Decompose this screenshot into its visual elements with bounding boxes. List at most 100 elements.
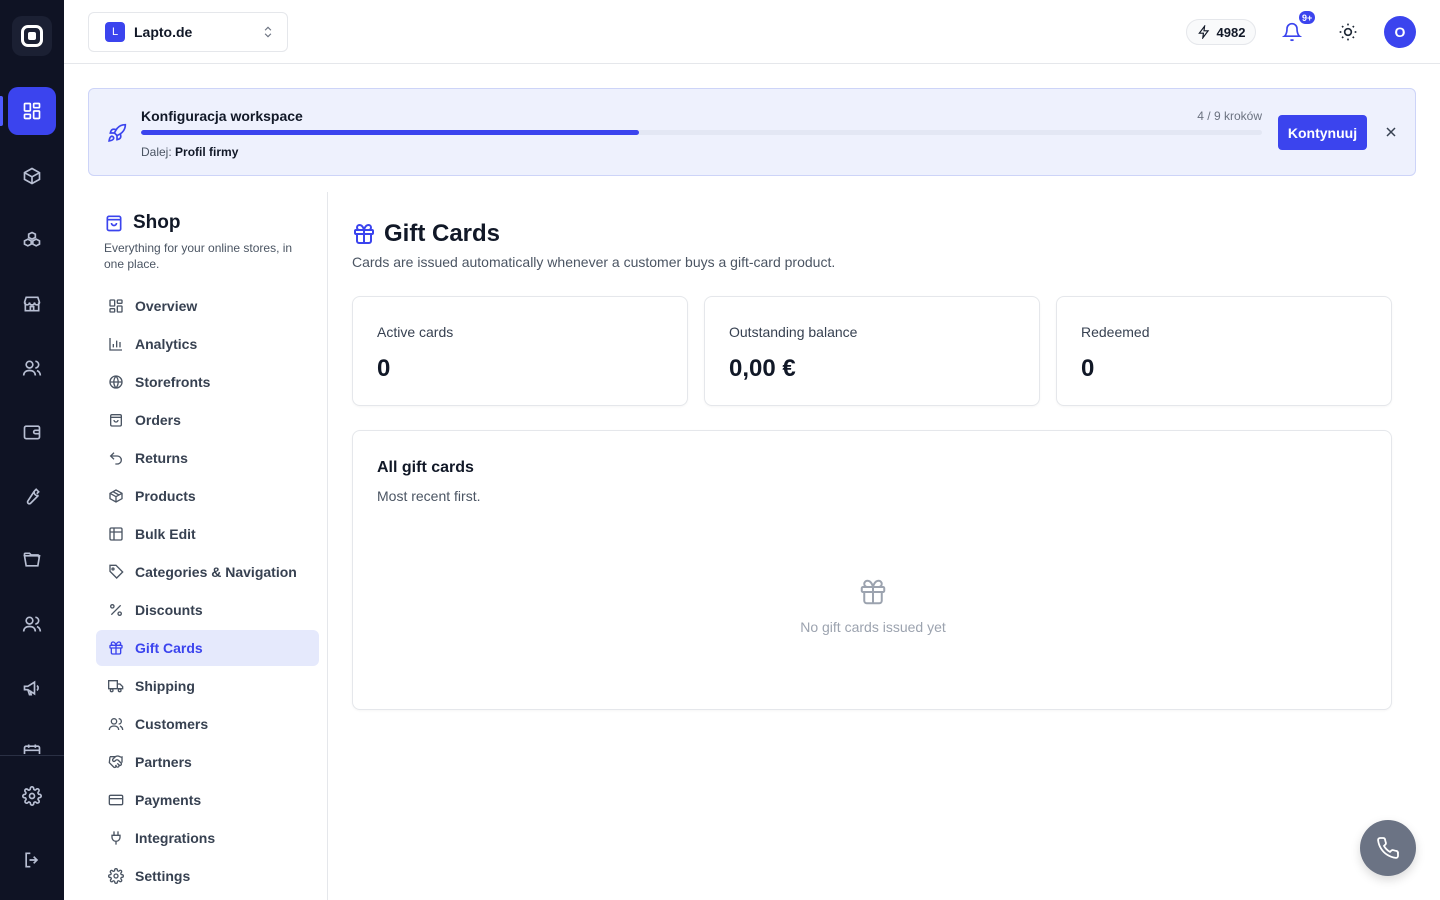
nav-item-integrations[interactable]: Integrations xyxy=(96,820,319,856)
wallet-icon xyxy=(23,425,41,440)
percent-icon xyxy=(110,604,122,616)
close-icon[interactable] xyxy=(1383,124,1399,140)
nav-item-settings[interactable]: Settings xyxy=(96,858,319,894)
rail-finance-button[interactable] xyxy=(8,408,56,456)
gear-icon xyxy=(22,786,42,806)
rocket-icon xyxy=(108,123,127,142)
nav-item-label: Shipping xyxy=(135,678,195,694)
nav-item-returns[interactable]: Returns xyxy=(96,440,319,476)
stat-card-outstanding-balance: Outstanding balance 0,00 € xyxy=(704,296,1040,406)
nav-item-bulk-edit[interactable]: Bulk Edit xyxy=(96,516,319,552)
onboarding-steps: 4 / 9 kroków xyxy=(1197,109,1262,123)
nav-item-orders[interactable]: Orders xyxy=(96,402,319,438)
nav-item-payments[interactable]: Payments xyxy=(96,782,319,818)
nav-item-discounts[interactable]: Discounts xyxy=(96,592,319,628)
nav-item-overview[interactable]: Overview xyxy=(96,288,319,324)
users-icon xyxy=(108,718,124,731)
rail-tools-button[interactable] xyxy=(8,472,56,520)
rail-products-button[interactable] xyxy=(8,152,56,200)
page-title: Gift Cards xyxy=(384,220,501,247)
nav-item-categories-navigation[interactable]: Categories & Navigation xyxy=(96,554,319,590)
workspace-switcher[interactable]: L Lapto.de xyxy=(88,12,288,52)
nav-item-customers[interactable]: Customers xyxy=(96,706,319,742)
rail-contacts-button[interactable] xyxy=(8,344,56,392)
notifications-badge: 9+ xyxy=(1298,10,1317,25)
list-subtitle: Most recent first. xyxy=(377,488,481,504)
rail-divider xyxy=(0,755,64,756)
nav-item-shipping[interactable]: Shipping xyxy=(96,668,319,704)
nav-item-label: Overview xyxy=(135,298,198,314)
onboarding-title: Konfiguracja workspace xyxy=(141,108,303,124)
theme-toggle-button[interactable] xyxy=(1336,20,1360,44)
users-icon xyxy=(22,360,42,376)
nav-item-label: Bulk Edit xyxy=(135,526,196,542)
shop-description: Everything for your online stores, in on… xyxy=(104,241,293,271)
workspace-name: Lapto.de xyxy=(134,24,193,40)
grid-icon xyxy=(109,299,123,313)
call-support-button[interactable] xyxy=(1360,820,1416,876)
user-avatar[interactable]: O xyxy=(1384,16,1416,48)
nav-item-label: Payments xyxy=(135,792,202,808)
shopping-bag-icon xyxy=(110,414,122,427)
rail-dashboard-button[interactable] xyxy=(8,87,56,135)
rail-settings-button[interactable] xyxy=(8,772,56,820)
nav-item-label: Customers xyxy=(135,716,209,732)
boxes-icon xyxy=(23,231,41,247)
nav-item-label: Categories & Navigation xyxy=(135,564,297,580)
nav-item-label: Partners xyxy=(135,754,192,770)
stat-label: Active cards xyxy=(377,324,454,340)
rail-active-indicator xyxy=(0,96,3,126)
truck-icon xyxy=(108,680,124,693)
dashboard-icon xyxy=(23,102,41,120)
lightning-icon xyxy=(1197,25,1209,39)
phone-icon xyxy=(1377,837,1399,859)
nav-item-label: Settings xyxy=(135,868,191,884)
rail-more-button[interactable] xyxy=(8,728,56,754)
page-subtitle: Cards are issued automatically whenever … xyxy=(352,254,836,270)
rail-shop-button[interactable] xyxy=(8,280,56,328)
logout-icon xyxy=(25,852,39,868)
rail-team-button[interactable] xyxy=(8,600,56,648)
rail-files-button[interactable] xyxy=(8,536,56,584)
stat-label: Outstanding balance xyxy=(729,324,858,340)
nav-item-analytics[interactable]: Analytics xyxy=(96,326,319,362)
onboarding-progress-fill xyxy=(141,130,639,135)
nav-item-label: Analytics xyxy=(135,336,198,352)
globe-icon xyxy=(109,375,123,389)
stat-value: 0 xyxy=(1081,355,1095,382)
nav-item-partners[interactable]: Partners xyxy=(96,744,319,780)
plug-icon xyxy=(111,831,121,845)
gear-icon xyxy=(108,868,124,884)
credits-pill[interactable]: 4982 xyxy=(1186,19,1256,45)
stat-card-active-cards: Active cards 0 xyxy=(352,296,688,406)
table-icon xyxy=(109,527,123,541)
gift-icon xyxy=(354,223,374,244)
rail-inventory-button[interactable] xyxy=(8,216,56,264)
stat-value: 0 xyxy=(377,355,391,382)
nav-item-label: Products xyxy=(135,488,196,504)
top-bar: L Lapto.de 4982 9+ O xyxy=(64,0,1440,64)
app-logo[interactable] xyxy=(12,16,52,56)
onboarding-banner: Konfiguracja workspace 4 / 9 kroków Dale… xyxy=(88,88,1416,176)
package-icon xyxy=(109,489,123,503)
nav-item-label: Returns xyxy=(135,450,188,466)
nav-item-products[interactable]: Products xyxy=(96,478,319,514)
nav-item-label: Storefronts xyxy=(135,374,211,390)
rail-marketing-button[interactable] xyxy=(8,664,56,712)
shopping-bag-icon xyxy=(106,215,122,232)
app-rail xyxy=(0,0,64,900)
nav-item-gift-cards[interactable]: Gift Cards xyxy=(96,630,319,666)
workspace-initial-badge: L xyxy=(105,22,125,42)
gift-cards-list-card: All gift cards Most recent first. No gif… xyxy=(352,430,1392,710)
team-icon xyxy=(22,616,42,632)
handshake-icon xyxy=(108,755,123,769)
store-icon xyxy=(23,296,41,312)
list-title: All gift cards xyxy=(377,459,474,476)
nav-item-label: Orders xyxy=(135,412,181,428)
rail-logout-button[interactable] xyxy=(8,836,56,884)
nav-item-storefronts[interactable]: Storefronts xyxy=(96,364,319,400)
megaphone-icon xyxy=(23,680,39,696)
continue-button[interactable]: Kontynuuj xyxy=(1278,115,1367,150)
stat-card-redeemed: Redeemed 0 xyxy=(1056,296,1392,406)
onboarding-next-step: Dalej: Profil firmy xyxy=(141,145,238,159)
